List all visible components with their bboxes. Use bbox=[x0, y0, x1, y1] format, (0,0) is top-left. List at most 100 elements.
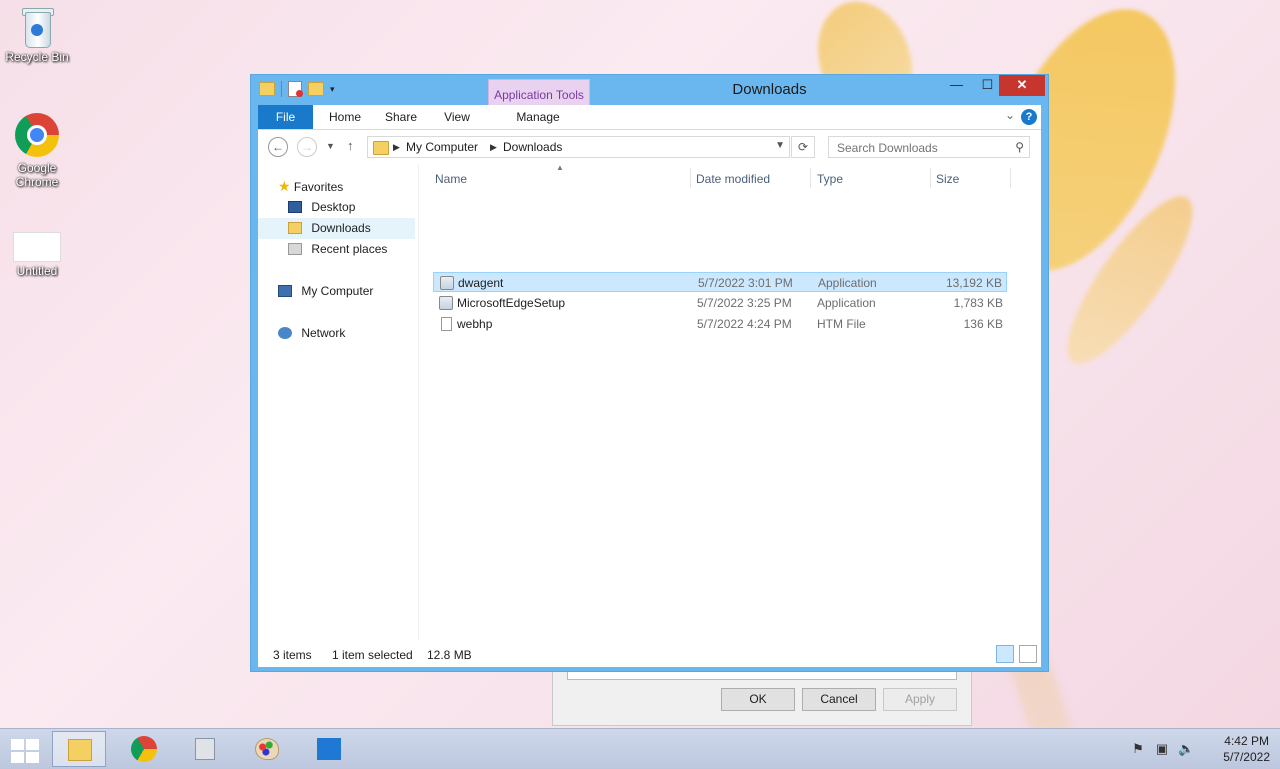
clock-time: 4:42 PM bbox=[1224, 734, 1269, 748]
cancel-button[interactable]: Cancel bbox=[802, 688, 876, 711]
desktop-icon-google-chrome[interactable]: Google Chrome bbox=[0, 113, 74, 189]
document-icon bbox=[441, 317, 452, 331]
system-clock[interactable]: 4:42 PM 5/7/2022 bbox=[1223, 733, 1270, 765]
column-divider[interactable] bbox=[690, 168, 691, 188]
apply-button[interactable]: Apply bbox=[883, 688, 957, 711]
search-input[interactable] bbox=[835, 140, 1009, 156]
file-date: 5/7/2022 4:24 PM bbox=[697, 317, 792, 331]
column-date-modified[interactable]: Date modified bbox=[696, 172, 770, 186]
file-size: 136 KB bbox=[963, 317, 1003, 331]
file-size: 1,783 KB bbox=[953, 296, 1003, 310]
window-title: Downloads bbox=[732, 81, 807, 98]
breadcrumb-downloads[interactable]: Downloads bbox=[503, 140, 562, 154]
column-divider[interactable] bbox=[1010, 168, 1011, 188]
sun-icon bbox=[317, 738, 341, 760]
breadcrumb-separator-icon: ▶ bbox=[393, 142, 400, 152]
column-divider[interactable] bbox=[930, 168, 931, 188]
nav-item-label: Desktop bbox=[311, 200, 356, 214]
file-type: HTM File bbox=[817, 317, 866, 331]
forward-button[interactable]: → bbox=[297, 137, 317, 157]
nav-item-desktop[interactable]: Desktop bbox=[288, 197, 355, 218]
taskbar-settings-app[interactable] bbox=[302, 731, 356, 767]
column-size[interactable]: Size bbox=[936, 172, 959, 186]
address-dropdown-icon[interactable]: ▼ bbox=[775, 140, 785, 151]
volume-muted-icon[interactable]: 🔈 bbox=[1178, 741, 1194, 757]
nav-item-label: Network bbox=[301, 326, 346, 340]
clock-date: 5/7/2022 bbox=[1223, 750, 1270, 764]
large-icons-view-icon[interactable] bbox=[1019, 645, 1037, 663]
chrome-icon bbox=[15, 113, 59, 157]
title-bar[interactable]: ▾ Application Tools Downloads — ☐ ✕ bbox=[251, 75, 1048, 133]
start-button[interactable] bbox=[0, 731, 54, 767]
breadcrumb-separator-icon: ▶ bbox=[490, 142, 497, 152]
file-size: 13,192 KB bbox=[945, 276, 1002, 290]
taskbar-calculator[interactable] bbox=[178, 731, 232, 767]
nav-item-favorites[interactable]: ★ Favorites bbox=[278, 176, 343, 197]
desktop-icon-label: Untitled bbox=[16, 264, 58, 278]
file-name: dwagent bbox=[458, 276, 504, 290]
status-size: 12.8 MB bbox=[427, 648, 472, 662]
taskbar-chrome[interactable] bbox=[116, 731, 170, 767]
column-type[interactable]: Type bbox=[817, 172, 843, 186]
ok-button[interactable]: OK bbox=[721, 688, 795, 711]
taskbar-file-explorer[interactable] bbox=[52, 731, 106, 767]
tab-file[interactable]: File bbox=[258, 105, 313, 129]
search-box[interactable]: ⚲ bbox=[828, 136, 1030, 158]
star-icon: ★ bbox=[278, 178, 291, 194]
nav-item-downloads[interactable]: Downloads bbox=[258, 218, 415, 239]
blank-file-icon bbox=[13, 232, 61, 262]
tab-share[interactable]: Share bbox=[378, 105, 424, 129]
navigation-bar: ← → ▼ ↑ ▶ My Computer ▶ Downloads ▼ ⟳ ⚲ bbox=[258, 130, 1041, 164]
minimize-button[interactable]: — bbox=[941, 75, 972, 96]
application-icon bbox=[440, 276, 454, 290]
ribbon-tabs: File Home Share View Manage ⌄ ? bbox=[258, 105, 1041, 130]
tab-home[interactable]: Home bbox=[320, 105, 370, 129]
search-icon[interactable]: ⚲ bbox=[1015, 140, 1024, 154]
file-row[interactable]: MicrosoftEdgeSetup 5/7/2022 3:25 PM Appl… bbox=[433, 293, 1007, 313]
file-name: webhp bbox=[457, 317, 493, 331]
nav-item-label: Recent places bbox=[311, 242, 388, 256]
network-status-icon[interactable]: ▣ bbox=[1154, 741, 1170, 757]
nav-item-label: Favorites bbox=[293, 180, 344, 194]
nav-item-recent-places[interactable]: Recent places bbox=[288, 239, 387, 260]
tab-view[interactable]: View bbox=[434, 105, 480, 129]
details-view-icon[interactable] bbox=[996, 645, 1014, 663]
dialog-panel bbox=[567, 671, 957, 680]
desktop-icon-recycle-bin[interactable]: Recycle Bin bbox=[0, 8, 74, 64]
nav-item-my-computer[interactable]: My Computer bbox=[278, 281, 373, 302]
status-item-count: 3 items bbox=[273, 648, 312, 662]
nav-item-label: Downloads bbox=[311, 221, 371, 235]
explorer-window: ▾ Application Tools Downloads — ☐ ✕ File… bbox=[250, 74, 1049, 672]
recent-places-icon bbox=[288, 243, 302, 255]
action-center-flag-icon[interactable]: ⚑ bbox=[1130, 741, 1146, 757]
nav-item-network[interactable]: Network bbox=[278, 323, 345, 344]
column-divider[interactable] bbox=[810, 168, 811, 188]
windows-logo-icon bbox=[11, 739, 39, 763]
help-icon[interactable]: ? bbox=[1021, 109, 1037, 125]
navigation-pane: ★ Favorites Desktop Downloads Recent pla… bbox=[258, 164, 419, 641]
installer-icon bbox=[439, 296, 453, 310]
chrome-icon bbox=[131, 736, 157, 762]
downloads-icon bbox=[288, 222, 302, 234]
column-name[interactable]: Name bbox=[435, 172, 467, 186]
up-button[interactable]: ↑ bbox=[347, 138, 354, 153]
file-explorer-icon bbox=[68, 739, 92, 761]
desktop-icon-label: Recycle Bin bbox=[5, 50, 69, 64]
tab-manage[interactable]: Manage bbox=[494, 105, 582, 129]
back-button[interactable]: ← bbox=[268, 137, 288, 157]
file-row[interactable]: webhp 5/7/2022 4:24 PM HTM File 136 KB bbox=[433, 314, 1007, 334]
taskbar-paint[interactable] bbox=[240, 731, 294, 767]
status-selection: 1 item selected bbox=[332, 648, 413, 662]
file-row[interactable]: dwagent 5/7/2022 3:01 PM Application 13,… bbox=[433, 272, 1007, 292]
refresh-button[interactable]: ⟳ bbox=[791, 136, 815, 158]
desktop-icon-untitled[interactable]: Untitled bbox=[0, 232, 74, 278]
recent-locations-icon[interactable]: ▼ bbox=[326, 141, 335, 151]
address-bar[interactable]: ▶ My Computer ▶ Downloads ▼ bbox=[367, 136, 790, 158]
desktop-icon bbox=[288, 201, 302, 213]
expand-ribbon-icon[interactable]: ⌄ bbox=[1005, 108, 1015, 122]
close-button[interactable]: ✕ bbox=[999, 75, 1045, 96]
column-headers: ▲ Name Date modified Type Size bbox=[428, 163, 1041, 192]
breadcrumb-my-computer[interactable]: My Computer bbox=[406, 140, 478, 154]
sort-ascending-icon: ▲ bbox=[556, 163, 564, 172]
network-icon bbox=[278, 327, 292, 339]
